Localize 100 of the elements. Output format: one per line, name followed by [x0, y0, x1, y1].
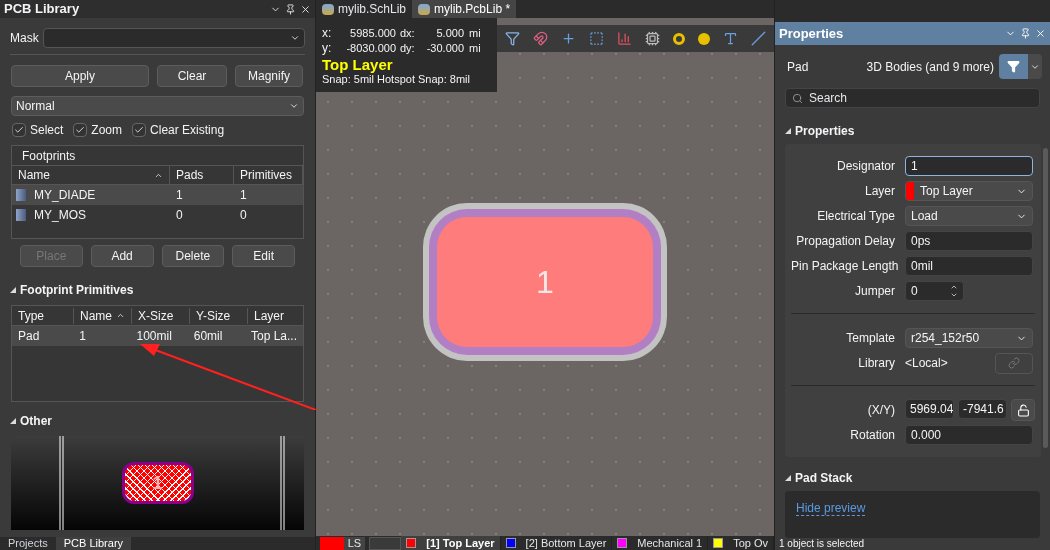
- panel-title: Properties: [779, 24, 844, 43]
- field-label: Rotation: [849, 427, 895, 444]
- coordinate-value: -30.000: [425, 41, 464, 56]
- collapse-icon[interactable]: [785, 475, 791, 481]
- layer-set-button[interactable]: LS: [343, 536, 366, 550]
- table-cell-text: 1: [175, 187, 184, 204]
- document-tab[interactable]: mylib.PcbLib *: [412, 0, 517, 18]
- column-header[interactable]: Y-Size: [190, 307, 248, 324]
- check-icon: [75, 125, 86, 135]
- field-label: Template: [845, 330, 895, 347]
- caret-icon: [289, 101, 299, 111]
- library-value: <Local>: [905, 355, 948, 372]
- section-title: Properties: [795, 123, 855, 140]
- collapse-icon[interactable]: [785, 128, 791, 134]
- column-header[interactable]: Primitives: [234, 166, 303, 184]
- document-tab[interactable]: mylib.SchLib: [316, 0, 413, 18]
- close-icon[interactable]: [300, 3, 311, 15]
- up-icon[interactable]: [950, 283, 958, 291]
- text-field[interactable]: 1: [905, 156, 1033, 176]
- footprint-row[interactable]: MY_DIADE 1 1: [12, 185, 303, 205]
- scrollbar[interactable]: [1043, 148, 1048, 448]
- table-cell-text: 0: [239, 207, 248, 224]
- lock-button[interactable]: [1011, 399, 1035, 421]
- number-spinner[interactable]: 0: [905, 281, 964, 301]
- layer-tab[interactable]: [1] Top Layer: [401, 536, 501, 550]
- dropdown-field[interactable]: Load: [905, 206, 1033, 226]
- mask-field[interactable]: [42, 28, 305, 48]
- field-label: Electrical Type: [816, 208, 895, 225]
- status-text: 1 object is selected: [778, 538, 866, 550]
- via-icon[interactable]: [698, 32, 710, 45]
- bar-chart-icon[interactable]: [617, 31, 632, 46]
- panel-button[interactable]: Magnify: [235, 65, 303, 87]
- filter-icon[interactable]: [505, 31, 520, 46]
- mode-dropdown[interactable]: Normal: [11, 96, 304, 116]
- search-field[interactable]: Search: [785, 88, 1040, 108]
- primitive-row[interactable]: Pad 1 100mil 60mil Top La...: [12, 326, 303, 346]
- panel-button[interactable]: Edit: [232, 245, 295, 267]
- text-field[interactable]: 0.000: [905, 425, 1033, 445]
- file-icon: [322, 3, 334, 15]
- dashed-rectangle-icon[interactable]: [589, 31, 604, 46]
- down-icon[interactable]: [950, 291, 958, 299]
- table-cell-text: 1: [239, 187, 248, 204]
- current-layer-swatch[interactable]: [320, 536, 344, 550]
- layer-dropdown[interactable]: Top Layer: [905, 181, 1033, 201]
- crosshair-icon[interactable]: [561, 31, 576, 46]
- text-field[interactable]: 0ps: [905, 231, 1033, 251]
- pcb-canvas[interactable]: x: 5985.000 dx: 5.000 mi y: -8030.000 dy: -30.000 mi Top Layer Snap: 5mil Hotspot Snap: 8mil 1: [316, 18, 774, 536]
- checkbox-label: Select: [30, 122, 64, 139]
- table-cell-text: Top La...: [250, 328, 298, 345]
- text-tool-icon[interactable]: [723, 31, 738, 46]
- checkbox-label: Zoom: [91, 122, 123, 139]
- table-cell-text: MY_DIADE: [34, 187, 96, 204]
- text-field[interactable]: 0mil: [905, 256, 1033, 276]
- panel-button[interactable]: Delete: [161, 245, 225, 267]
- field-label: Propagation Delay: [795, 233, 895, 250]
- layer-tab[interactable]: [2] Bottom Layer: [500, 536, 613, 550]
- search-input[interactable]: Search: [809, 89, 1033, 107]
- checkbox[interactable]: [73, 123, 88, 137]
- column-header[interactable]: Type: [12, 307, 74, 324]
- panel-button[interactable]: Clear: [157, 65, 227, 87]
- panel-tab[interactable]: PCB Library: [55, 537, 132, 550]
- magnet-icon[interactable]: [533, 31, 548, 46]
- pad-icon[interactable]: [673, 32, 685, 45]
- snap-info: Snap: 5mil Hotspot Snap: 8mil: [322, 73, 471, 86]
- current-layer-label: Top Layer: [322, 56, 394, 73]
- panel-title: PCB Library: [4, 0, 80, 19]
- table-cell-text: Pad: [17, 328, 41, 345]
- checkbox[interactable]: [12, 123, 26, 137]
- file-icon: [418, 3, 431, 15]
- field-label: Designator: [835, 158, 895, 175]
- filter-summary: 3D Bodies (and 9 more): [866, 58, 994, 76]
- coordinate-field[interactable]: 5969.04: [905, 399, 954, 419]
- collapse-icon[interactable]: [10, 418, 16, 424]
- filter-button[interactable]: [999, 54, 1042, 79]
- coordinate-label: x:: [322, 26, 333, 41]
- mask-label: Mask: [10, 30, 39, 47]
- coordinate-field[interactable]: -7941.6: [958, 399, 1007, 419]
- coordinate-label: dy:: [399, 41, 416, 56]
- section-title: Footprint Primitives: [20, 282, 134, 299]
- pin-icon[interactable]: [285, 3, 296, 15]
- column-header[interactable]: Name: [74, 307, 132, 324]
- panel-button[interactable]: Add: [90, 245, 154, 267]
- dropdown-field[interactable]: r254_152r50: [905, 328, 1033, 348]
- panel-tab[interactable]: Projects: [0, 537, 56, 550]
- column-header[interactable]: Name: [12, 166, 170, 184]
- column-header[interactable]: X-Size: [132, 307, 190, 324]
- layer-tab[interactable]: Mechanical 1: [612, 536, 709, 550]
- pin-icon[interactable]: [1020, 28, 1031, 39]
- panel-button[interactable]: Apply: [11, 65, 149, 87]
- checkbox[interactable]: [132, 123, 147, 137]
- column-header[interactable]: Layer: [248, 307, 303, 324]
- sort-icon: [116, 311, 125, 320]
- line-icon[interactable]: [751, 31, 766, 46]
- table-cell-text: 100mil: [135, 328, 173, 345]
- collapse-icon[interactable]: [10, 287, 16, 293]
- coordinate-value: 5985.000: [349, 26, 396, 41]
- hide-preview-link[interactable]: Hide preview: [796, 501, 866, 516]
- column-header[interactable]: Pads: [170, 166, 234, 184]
- section-title: Other: [20, 413, 52, 430]
- footprint-row[interactable]: MY_MOS 0 0: [12, 205, 303, 225]
